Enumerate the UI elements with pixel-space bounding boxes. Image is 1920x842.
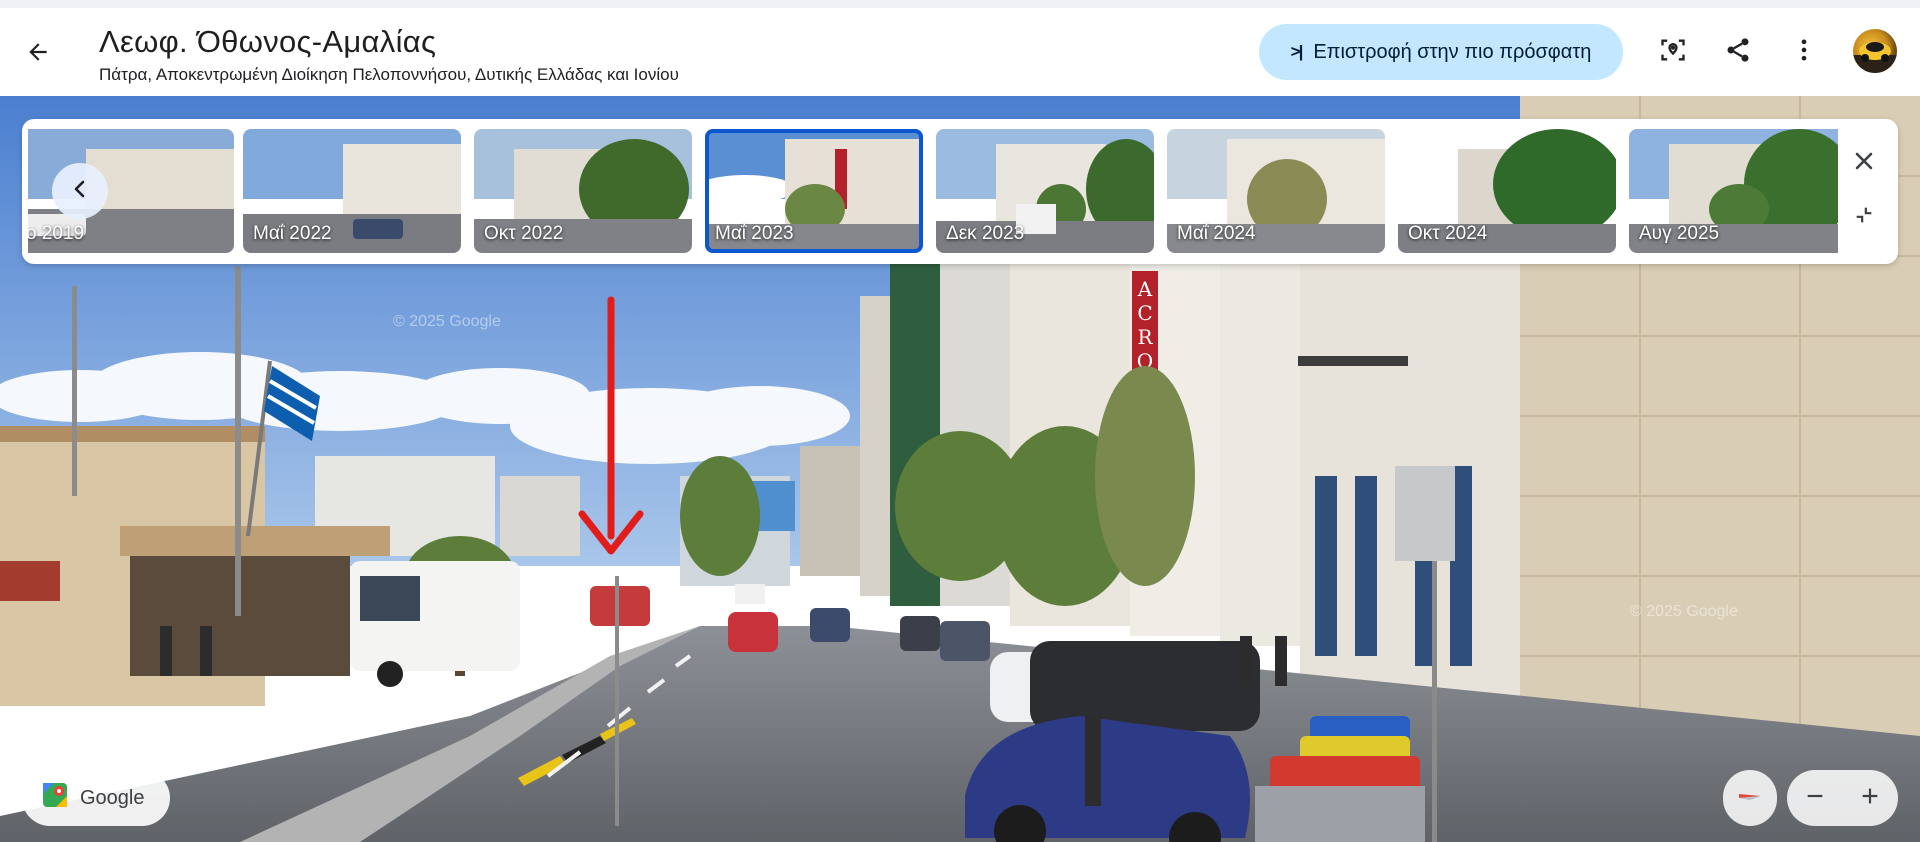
- bus: [350, 561, 520, 687]
- zoom-controls: [1787, 770, 1898, 826]
- header-bar: Λεωφ. Όθωνος-Αμαλίας Πάτρα, Αποκεντρωμέν…: [0, 8, 1920, 96]
- timeline-panel: ο 2019 Μαΐ 2022 Οκτ 2022 Μαΐ 2023 Δεκ 20…: [22, 119, 1898, 264]
- thumb-date-label: ο 2019: [28, 223, 85, 244]
- location-scan-button[interactable]: [1649, 28, 1697, 76]
- timeline-prev-button[interactable]: [52, 163, 108, 219]
- timeline-thumb[interactable]: Αυγ 2025: [1629, 129, 1838, 253]
- thumb-date-label: Δεκ 2023: [946, 223, 1025, 244]
- back-button[interactable]: [14, 30, 62, 78]
- timeline-thumb[interactable]: Μαΐ 2024: [1167, 129, 1385, 253]
- compass-button[interactable]: [1723, 770, 1777, 826]
- return-to-recent-label: Επιστροφή στην πιο πρόσφατη: [1313, 40, 1592, 63]
- timeline-thumb-selected[interactable]: Μαΐ 2023: [705, 129, 923, 253]
- share-button[interactable]: [1714, 28, 1762, 76]
- thumb-date-label: Οκτ 2022: [484, 223, 564, 244]
- thumb-date-label: Οκτ 2024: [1408, 223, 1488, 244]
- location-subtitle: Πάτρα, Αποκεντρωμένη Διοίκηση Πελοποννήσ…: [99, 65, 679, 84]
- timeline-thumb[interactable]: Οκτ 2022: [474, 129, 692, 253]
- page-title: Λεωφ. Όθωνος-Αμαλίας: [99, 24, 437, 59]
- timeline-thumbnails: ο 2019 Μαΐ 2022 Οκτ 2022 Μαΐ 2023 Δεκ 20…: [28, 129, 1838, 254]
- top-border: [0, 0, 1920, 8]
- more-options-button[interactable]: [1780, 28, 1828, 76]
- more-vert-icon: [1790, 36, 1818, 69]
- zoom-in-button[interactable]: [1848, 776, 1892, 820]
- minus-icon: [1804, 785, 1826, 812]
- svg-text:© 2025 Google: © 2025 Google: [393, 313, 501, 330]
- arrow-back-icon: [25, 39, 51, 70]
- location-scan-icon: [1659, 36, 1687, 69]
- google-maps-badge[interactable]: Google: [22, 770, 170, 826]
- timeline-thumb[interactable]: Οκτ 2024: [1398, 129, 1616, 253]
- timeline-collapse-button[interactable]: [1844, 197, 1884, 237]
- thumb-date-label: Μαΐ 2022: [253, 223, 332, 244]
- google-label: Google: [80, 786, 145, 809]
- location-title-block: Λεωφ. Όθωνος-Αμαλίας Πάτρα, Αποκεντρωμέν…: [99, 22, 679, 86]
- timeline-thumb[interactable]: Δεκ 2023: [936, 129, 1154, 253]
- thumb-date-label: Μαΐ 2023: [715, 223, 794, 244]
- share-icon: [1724, 36, 1752, 69]
- thumb-date-label: Αυγ 2025: [1639, 223, 1720, 244]
- zoom-out-button[interactable]: [1793, 776, 1837, 820]
- return-to-recent-button[interactable]: >| Επιστροφή στην πιο πρόσφατη: [1259, 24, 1623, 80]
- avatar[interactable]: [1853, 29, 1897, 73]
- timeline-thumb[interactable]: Μαΐ 2022: [243, 129, 461, 253]
- thumb-date-label: Μαΐ 2024: [1177, 223, 1256, 244]
- collapse-icon: [1853, 204, 1875, 231]
- skip-next-icon: >|: [1290, 42, 1304, 61]
- compass-icon: [1735, 781, 1765, 816]
- chevron-left-icon: [68, 177, 92, 206]
- plus-icon: [1859, 785, 1881, 812]
- svg-text:© 2025 Google: © 2025 Google: [1630, 603, 1738, 620]
- google-maps-icon: [42, 782, 68, 814]
- close-icon: [1852, 149, 1876, 178]
- timeline-close-button[interactable]: [1844, 143, 1884, 183]
